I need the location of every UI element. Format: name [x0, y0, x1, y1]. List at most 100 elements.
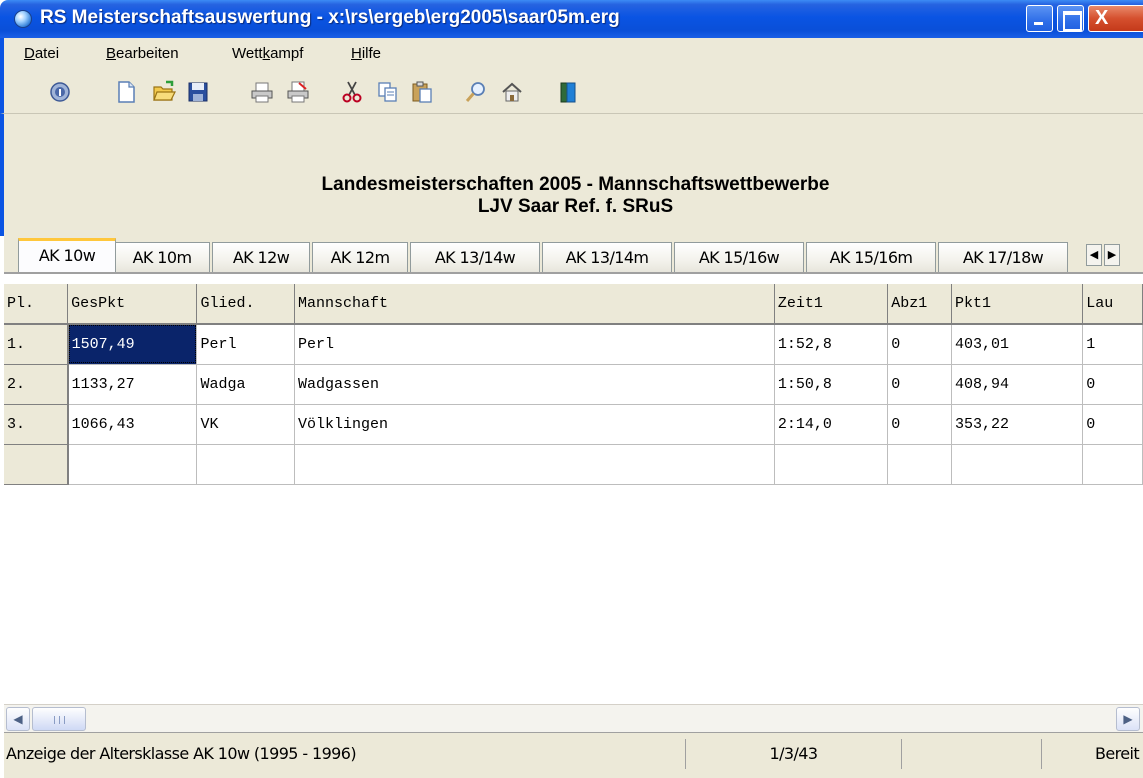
close-icon: X — [1095, 7, 1109, 29]
table-cell[interactable] — [196, 444, 296, 485]
rank-cell[interactable]: 3. — [4, 404, 69, 445]
tab-ak-12m[interactable]: AK 12m — [312, 242, 408, 272]
table-cell[interactable]: 0 — [887, 404, 953, 445]
table-cell[interactable]: 1 — [1082, 324, 1143, 365]
tab-ak-12w[interactable]: AK 12w — [212, 242, 310, 272]
table-row[interactable]: 2. 1133,27 Wadga Wadgassen 1:50,8 0 408,… — [4, 364, 1143, 405]
print-icon[interactable] — [250, 80, 274, 104]
maximize-button[interactable] — [1057, 5, 1084, 32]
home-icon[interactable] — [500, 80, 524, 104]
grip-icon — [54, 716, 65, 724]
print-preview-icon[interactable] — [286, 80, 310, 104]
scroll-right-button[interactable]: ▶ — [1116, 707, 1140, 731]
exit-door-icon[interactable] — [556, 80, 580, 104]
scroll-thumb[interactable] — [32, 707, 86, 731]
copy-icon[interactable] — [376, 80, 400, 104]
heading-subtitle: LJV Saar Ref. f. SRuS — [477, 196, 674, 217]
table-cell[interactable]: 0 — [1082, 364, 1143, 405]
status-position: 1/3/43 — [686, 739, 902, 769]
selected-cell[interactable]: 1507,49 — [67, 324, 198, 365]
title-bar[interactable]: RS Meisterschaftsauswertung - x:\rs\erge… — [0, 0, 1143, 38]
menu-accelerator: D — [24, 45, 35, 62]
table-cell[interactable]: 0 — [887, 364, 953, 405]
cut-scissors-icon[interactable] — [340, 80, 364, 104]
table-cell[interactable] — [1082, 444, 1143, 485]
table-cell[interactable]: 1:52,8 — [774, 324, 889, 365]
menu-accelerator: H — [351, 45, 362, 62]
table-cell[interactable]: 408,94 — [951, 364, 1084, 405]
table-cell[interactable]: 2:14,0 — [774, 404, 889, 445]
tab-ak-10w[interactable]: AK 10w — [18, 238, 116, 272]
table-cell[interactable] — [294, 444, 775, 485]
table-cell[interactable]: 1133,27 — [67, 364, 198, 405]
table-cell[interactable]: Völklingen — [294, 404, 775, 445]
menu-datei[interactable]: Datei — [24, 45, 59, 62]
table-cell[interactable]: Wadgassen — [294, 364, 775, 405]
column-header[interactable]: Pl. — [4, 284, 69, 325]
app-icon[interactable] — [14, 10, 32, 28]
table-row[interactable]: 1. 1507,49 Perl Perl 1:52,8 0 403,01 1 — [4, 324, 1143, 365]
tab-ak-17-18w[interactable]: AK 17/18w — [938, 242, 1068, 272]
report-heading: Landesmeisterschaften 2005 - Mannschafts… — [0, 114, 1143, 236]
table-row-empty[interactable] — [4, 444, 1143, 485]
column-header[interactable]: Mannschaft — [294, 284, 775, 325]
table-cell[interactable] — [67, 444, 198, 485]
menu-accelerator: k — [262, 45, 271, 62]
table-cell[interactable]: Perl — [294, 324, 775, 365]
status-bar: Anzeige der Altersklasse AK 10w (1995 - … — [4, 732, 1143, 778]
table-cell[interactable]: 1066,43 — [67, 404, 198, 445]
find-magnifier-icon[interactable] — [464, 80, 488, 104]
menu-hilfe[interactable]: Hilfe — [351, 45, 381, 62]
close-button[interactable]: X — [1088, 5, 1143, 32]
column-header[interactable]: GesPkt — [67, 284, 198, 325]
menu-wettkampf[interactable]: Wettkampf — [232, 45, 303, 62]
table-cell[interactable] — [774, 444, 889, 485]
age-class-tabs: AK 10w AK 10m AK 12w AK 12m AK 13/14w AK… — [4, 236, 1143, 272]
table-cell[interactable]: 1:50,8 — [774, 364, 889, 405]
table-cell[interactable]: Perl — [196, 324, 296, 365]
table-cell[interactable]: 403,01 — [951, 324, 1084, 365]
minimize-button[interactable] — [1026, 5, 1053, 32]
column-header[interactable]: Zeit1 — [774, 284, 889, 325]
table-header-row: Pl. GesPkt Glied. Mannschaft Zeit1 Abz1 … — [4, 284, 1143, 325]
column-header[interactable]: Glied. — [196, 284, 296, 325]
table-cell[interactable]: Wadga — [196, 364, 296, 405]
rank-cell[interactable]: 1. — [4, 324, 69, 365]
tab-ak-15-16w[interactable]: AK 15/16w — [674, 242, 804, 272]
open-folder-icon[interactable] — [152, 80, 176, 104]
column-header[interactable]: Abz1 — [887, 284, 953, 325]
table-cell[interactable] — [951, 444, 1084, 485]
save-disk-icon[interactable] — [186, 80, 210, 104]
table-cell[interactable]: 353,22 — [951, 404, 1084, 445]
table-cell[interactable] — [887, 444, 953, 485]
tab-scroll-right-button[interactable]: ▶ — [1104, 244, 1120, 266]
window-title: RS Meisterschaftsauswertung - x:\rs\erge… — [40, 7, 620, 28]
column-header[interactable]: Lau — [1082, 284, 1143, 325]
rank-cell[interactable] — [4, 444, 69, 485]
table-row[interactable]: 3. 1066,43 VK Völklingen 2:14,0 0 353,22… — [4, 404, 1143, 445]
table-cell[interactable]: VK — [196, 404, 296, 445]
results-grid[interactable]: Pl. GesPkt Glied. Mannschaft Zeit1 Abz1 … — [4, 272, 1143, 704]
status-message: Anzeige der Altersklasse AK 10w (1995 - … — [4, 739, 686, 769]
menu-bearbeiten[interactable]: Bearbeiten — [106, 45, 179, 62]
paste-icon[interactable] — [410, 80, 434, 104]
results-table: Pl. GesPkt Glied. Mannschaft Zeit1 Abz1 … — [4, 284, 1143, 485]
tab-ak-13-14m[interactable]: AK 13/14m — [542, 242, 672, 272]
info-icon[interactable] — [48, 80, 72, 104]
tab-ak-13-14w[interactable]: AK 13/14w — [410, 242, 540, 272]
tab-scroll-left-button[interactable]: ◀ — [1086, 244, 1102, 266]
horizontal-scrollbar[interactable]: ◀ ▶ — [4, 704, 1143, 732]
tab-ak-10m[interactable]: AK 10m — [114, 242, 210, 272]
rank-cell[interactable]: 2. — [4, 364, 69, 405]
new-document-icon[interactable] — [114, 80, 138, 104]
toolbar — [0, 70, 1143, 114]
heading-title: Landesmeisterschaften 2005 - Mannschafts… — [321, 174, 830, 195]
table-cell[interactable]: 0 — [887, 324, 953, 365]
table-cell[interactable]: 0 — [1082, 404, 1143, 445]
menu-bar: Datei Bearbeiten Wettkampf Hilfe — [0, 38, 1143, 70]
tab-ak-15-16m[interactable]: AK 15/16m — [806, 242, 936, 272]
status-state: Bereit — [1094, 744, 1140, 763]
status-extra — [902, 739, 1042, 769]
column-header[interactable]: Pkt1 — [951, 284, 1084, 325]
scroll-left-button[interactable]: ◀ — [6, 707, 30, 731]
